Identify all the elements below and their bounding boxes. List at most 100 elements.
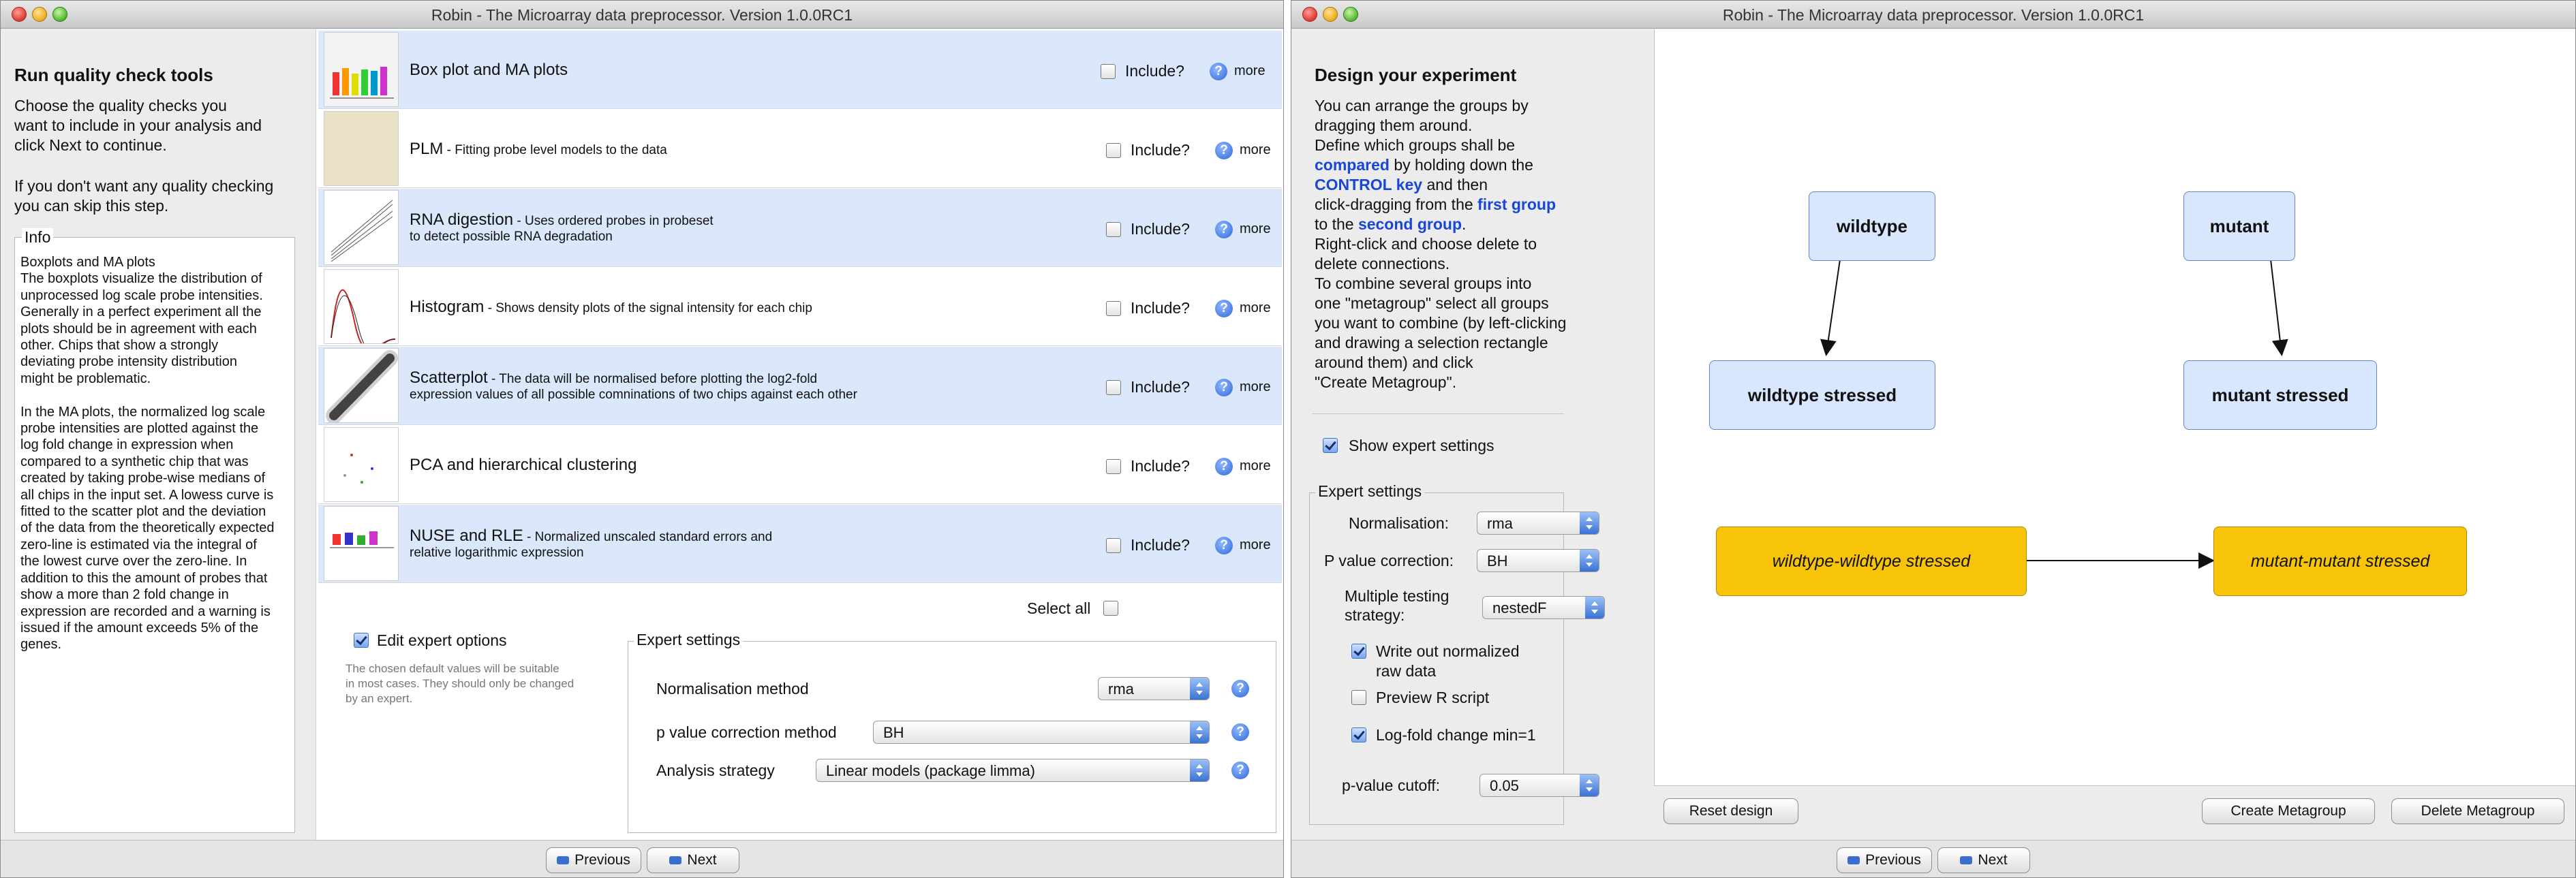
more-link[interactable]: more xyxy=(1240,458,1271,474)
select-all-label: Select all xyxy=(1027,599,1091,617)
help-icon[interactable]: ? xyxy=(1215,537,1233,554)
multiple-testing-label: Multiple testing strategy: xyxy=(1345,587,1450,624)
pvalue-correction-select[interactable]: BH xyxy=(873,721,1210,744)
include-checkbox-rna-digestion[interactable] xyxy=(1106,222,1121,237)
chevron-updown-icon xyxy=(1190,678,1209,700)
help-icon[interactable]: ? xyxy=(1215,221,1233,238)
multiple-testing-select[interactable]: nestedF xyxy=(1482,596,1605,619)
chevron-updown-icon xyxy=(1190,759,1209,781)
include-label: Include? xyxy=(1131,457,1190,475)
preview-r-script-label: Preview R script xyxy=(1376,689,1490,706)
previous-button[interactable]: Previous xyxy=(1837,847,1932,873)
skip-text: If you don't want any quality checking y… xyxy=(14,177,274,215)
expert-settings-label: Expert settings xyxy=(634,631,743,649)
page-title: Design your experiment xyxy=(1315,65,1517,85)
pca-thumbnail xyxy=(324,427,399,502)
help-icon[interactable]: ? xyxy=(1210,63,1227,80)
more-link[interactable]: more xyxy=(1234,63,1266,79)
metagroup-node-mutant[interactable]: mutant-mutant stressed xyxy=(2213,527,2467,596)
more-link[interactable]: more xyxy=(1240,537,1271,553)
edit-expert-options-checkbox[interactable] xyxy=(354,633,369,648)
more-link[interactable]: more xyxy=(1240,300,1271,316)
bottom-bar xyxy=(1291,840,2575,877)
more-link[interactable]: more xyxy=(1240,379,1271,395)
arrow-left-icon xyxy=(1847,856,1860,865)
normalisation-method-select[interactable]: rma xyxy=(1098,677,1210,700)
analysis-strategy-select[interactable]: Linear models (package limma) xyxy=(816,759,1210,782)
edit-expert-options-label: Edit expert options xyxy=(377,631,507,649)
arrow-right-icon xyxy=(1960,856,1973,865)
design-canvas[interactable]: wildtype mutant wildtype stressed mutant… xyxy=(1654,29,2575,786)
design-instructions: You can arrange the groups by dragging t… xyxy=(1315,97,1567,391)
edge-wildtype-to-stressed[interactable] xyxy=(1820,259,1841,356)
include-label: Include? xyxy=(1131,378,1190,396)
plm-thumbnail xyxy=(324,111,399,186)
metagroup-node-wildtype[interactable]: wildtype-wildtype stressed xyxy=(1716,527,2027,596)
next-button[interactable]: Next xyxy=(647,847,739,873)
include-label: Include? xyxy=(1131,299,1190,317)
nuse-rle-thumbnail xyxy=(324,506,399,581)
design-experiment-window: Robin - The Microarray data preprocessor… xyxy=(1291,0,2576,878)
group-node-mutant-stressed[interactable]: mutant stressed xyxy=(2183,360,2377,430)
page-title: Run quality check tools xyxy=(14,65,213,85)
help-icon[interactable]: ? xyxy=(1215,142,1233,159)
previous-button[interactable]: Previous xyxy=(546,847,641,873)
boxplot-thumbnail xyxy=(324,32,399,107)
reset-design-button[interactable]: Reset design xyxy=(1663,798,1798,824)
group-node-wildtype[interactable]: wildtype xyxy=(1809,191,1935,261)
check-title: NUSE and RLE - Normalized unscaled stand… xyxy=(410,527,773,545)
histogram-thumbnail xyxy=(324,269,399,344)
help-icon[interactable]: ? xyxy=(1215,458,1233,475)
preview-r-script-checkbox[interactable] xyxy=(1351,690,1366,705)
help-icon[interactable]: ? xyxy=(1215,379,1233,396)
chevron-updown-icon xyxy=(1190,721,1209,743)
include-checkbox-histogram[interactable] xyxy=(1106,301,1121,316)
log-fold-change-checkbox[interactable] xyxy=(1351,727,1366,742)
select-all-checkbox[interactable] xyxy=(1103,601,1118,616)
analysis-strategy-label: Analysis strategy xyxy=(656,762,775,779)
group-node-wildtype-stressed[interactable]: wildtype stressed xyxy=(1709,360,1935,430)
include-checkbox-plm[interactable] xyxy=(1106,143,1121,158)
window-title: Robin - The Microarray data preprocessor… xyxy=(1722,6,2145,24)
check-title: PLM - Fitting probe level models to the … xyxy=(410,140,667,158)
write-out-normalized-checkbox[interactable] xyxy=(1351,644,1366,659)
title-bar: Robin - The Microarray data preprocessor… xyxy=(1291,1,2575,29)
next-button[interactable]: Next xyxy=(1937,847,2030,873)
info-panel-label: Info xyxy=(22,228,54,247)
chevron-updown-icon xyxy=(1580,512,1599,534)
scatterplot-thumbnail xyxy=(324,348,399,423)
chevron-updown-icon xyxy=(1585,597,1604,618)
check-title: RNA digestion - Uses ordered probes in p… xyxy=(410,210,714,229)
show-expert-settings-checkbox[interactable] xyxy=(1323,438,1338,453)
pvalue-cutoff-select[interactable]: 0.05 xyxy=(1479,774,1599,797)
more-link[interactable]: more xyxy=(1240,142,1271,158)
title-bar: Robin - The Microarray data preprocessor… xyxy=(1,1,1283,29)
pvalue-correction-select[interactable]: BH xyxy=(1477,549,1599,572)
group-node-mutant[interactable]: mutant xyxy=(2183,191,2295,261)
include-checkbox-scatterplot[interactable] xyxy=(1106,380,1121,395)
check-title: Box plot and MA plots xyxy=(410,61,568,79)
divider xyxy=(1312,413,1564,414)
include-checkbox-nuse-rle[interactable] xyxy=(1106,538,1121,553)
rna-digestion-thumbnail xyxy=(324,190,399,265)
check-title: PCA and hierarchical clustering xyxy=(410,456,637,474)
create-metagroup-button[interactable]: Create Metagroup xyxy=(2202,798,2375,824)
help-icon[interactable]: ? xyxy=(1215,300,1233,317)
check-subtitle: to detect possible RNA degradation xyxy=(410,230,613,244)
normalisation-method-label: Normalisation method xyxy=(656,680,809,697)
help-icon[interactable]: ? xyxy=(1231,680,1249,697)
include-label: Include? xyxy=(1125,62,1184,80)
edge-mutant-to-stressed[interactable] xyxy=(2270,259,2288,356)
more-link[interactable]: more xyxy=(1240,221,1271,237)
delete-metagroup-button[interactable]: Delete Metagroup xyxy=(2391,798,2564,824)
info-panel: Info Boxplots and MA plots The boxplots … xyxy=(14,228,295,833)
write-out-normalized-label: Write out normalized raw data xyxy=(1376,642,1520,680)
log-fold-change-label: Log-fold change min=1 xyxy=(1376,726,1536,744)
include-checkbox-pca[interactable] xyxy=(1106,459,1121,474)
normalisation-select[interactable]: rma xyxy=(1477,512,1599,535)
help-icon[interactable]: ? xyxy=(1231,723,1249,741)
include-checkbox-boxplot[interactable] xyxy=(1101,64,1116,79)
window-title: Robin - The Microarray data preprocessor… xyxy=(431,6,853,24)
help-icon[interactable]: ? xyxy=(1231,762,1249,779)
check-title: Histogram - Shows density plots of the s… xyxy=(410,298,812,316)
